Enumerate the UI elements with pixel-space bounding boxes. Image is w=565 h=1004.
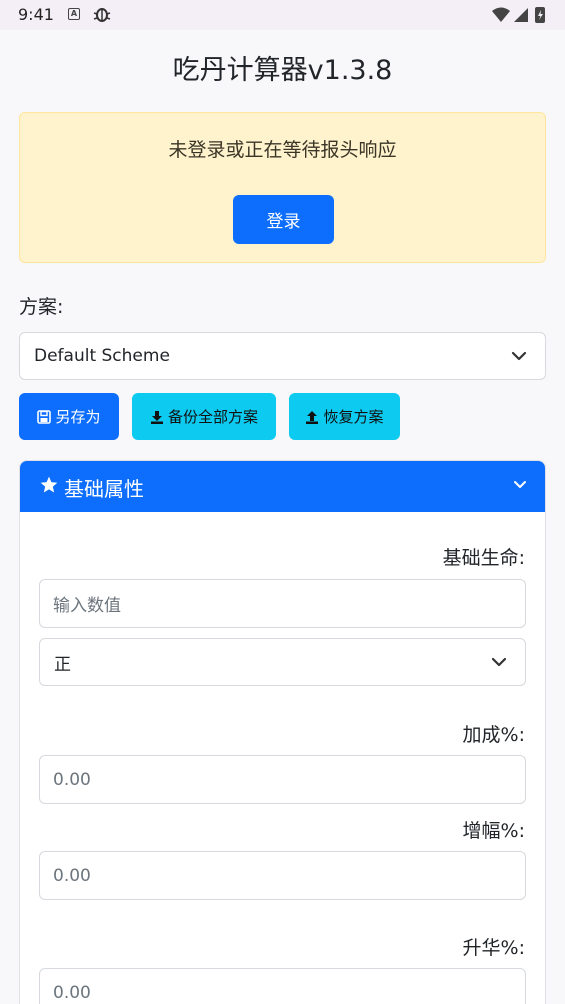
panel-header[interactable]: 基础属性 — [20, 461, 545, 512]
login-alert: 未登录或正在等待报头响应 登录 — [19, 112, 546, 263]
login-button[interactable]: 登录 — [233, 195, 334, 244]
scheme-label: 方案: — [19, 296, 64, 318]
bonus-label: 加成%: — [462, 724, 525, 746]
bug-notification-icon — [92, 5, 112, 27]
chevron-down-icon — [511, 351, 527, 361]
backup-all-label: 备份全部方案 — [167, 408, 258, 426]
page-title: 吃丹计算器v1.3.8 — [172, 55, 393, 86]
base-life-label: 基础生命: — [442, 547, 525, 569]
sublimation-label: 升华%: — [462, 937, 525, 959]
alert-message: 未登录或正在等待报头响应 — [168, 139, 397, 161]
restore-label: 恢复方案 — [323, 408, 384, 426]
keyboard-a-icon: A — [68, 8, 80, 20]
save-icon — [37, 409, 52, 424]
amplify-value: 0.00 — [53, 865, 91, 886]
signal-icon — [514, 8, 528, 22]
chevron-down-icon — [514, 481, 526, 488]
base-life-input[interactable]: 输入数值 — [39, 579, 526, 628]
wifi-icon — [492, 7, 510, 22]
panel-title: 基础属性 — [64, 477, 144, 501]
download-icon — [150, 410, 163, 424]
scheme-select[interactable]: Default Scheme — [19, 332, 546, 380]
scheme-selected: Default Scheme — [34, 346, 170, 366]
backup-all-button[interactable]: 备份全部方案 — [132, 393, 276, 440]
status-time: 9:41 — [18, 5, 54, 24]
save-as-button[interactable]: 另存为 — [19, 393, 119, 440]
chevron-down-icon — [491, 657, 507, 667]
upload-icon — [306, 410, 319, 424]
amplify-label: 增幅%: — [462, 820, 525, 842]
star-icon — [40, 476, 58, 493]
base-attributes-panel: 基础属性 基础生命: 输入数值 正 加成%: 0.00 增幅%: 0.00 升华… — [19, 460, 546, 1004]
sublimation-value: 0.00 — [53, 982, 91, 1003]
sign-selected: 正 — [54, 654, 71, 675]
sublimation-input[interactable]: 0.00 — [39, 968, 526, 1004]
amplify-input[interactable]: 0.00 — [39, 851, 526, 900]
restore-button[interactable]: 恢复方案 — [289, 393, 400, 440]
status-bar: 9:41 A — [0, 0, 565, 30]
bonus-input[interactable]: 0.00 — [39, 755, 526, 804]
status-icons — [491, 6, 549, 28]
base-life-placeholder: 输入数值 — [53, 596, 121, 616]
sign-select[interactable]: 正 — [39, 638, 526, 686]
bonus-value: 0.00 — [53, 769, 91, 790]
save-as-label: 另存为 — [55, 408, 101, 426]
